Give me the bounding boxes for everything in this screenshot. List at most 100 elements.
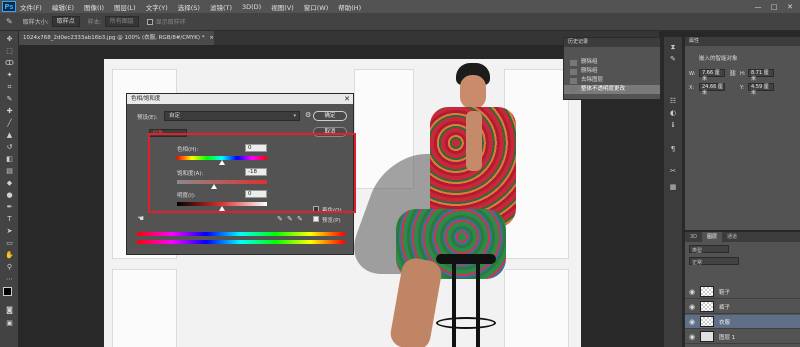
zoom-tool-icon[interactable]: ⚲ — [4, 262, 15, 272]
sample-size-label: 取样大小: — [22, 19, 49, 26]
crop-tool-icon[interactable]: ⌗ — [4, 82, 15, 92]
healing-brush-icon[interactable]: ✚ — [4, 106, 15, 116]
preview-checkbox[interactable] — [313, 216, 319, 222]
visibility-eye-icon[interactable]: ◉ — [687, 318, 697, 326]
shape-tool-icon[interactable]: ▭ — [4, 238, 15, 248]
width-input[interactable]: 7.66 厘米 — [699, 69, 725, 82]
layer-row[interactable]: ◉ 鞋子 — [685, 285, 800, 299]
history-item[interactable]: 去除图层 — [564, 76, 660, 85]
color-bar-output — [137, 240, 345, 244]
tab-3d[interactable]: 3D — [685, 232, 702, 242]
x-input[interactable]: 24.66 厘米 — [699, 83, 725, 96]
menu-window[interactable]: 窗口(W) — [304, 2, 329, 12]
layer-kind-label: 类型 — [692, 248, 703, 254]
hand-icon[interactable]: ☚ — [137, 214, 144, 223]
layer-row[interactable]: ◉ 图层 1 — [685, 330, 800, 344]
edit-toolbar-icon[interactable]: ⋯ — [4, 274, 15, 284]
visibility-eye-icon[interactable]: ◉ — [687, 333, 697, 341]
pen-tool-icon[interactable]: ✒ — [4, 202, 15, 212]
tools-panel: ✥ ⬚ ↀ ✦ ⌗ ✎ ✚ ╱ ▲ ↺ ◧ ▤ ◆ ● ✒ T ➤ ▭ ✋ ⚲ … — [0, 31, 19, 347]
ok-button[interactable]: 确定 — [313, 111, 347, 121]
close-window-button[interactable]: ✕ — [786, 3, 794, 11]
document-tab[interactable]: 1024x768_2d0ec2333ab16b3.jpg @ 100% (衣服,… — [19, 31, 214, 45]
screen-mode-icon[interactable]: ▣ — [4, 318, 15, 328]
tool-presets-icon[interactable]: ✂ — [668, 167, 678, 176]
eyedropper-icon[interactable]: ✎ — [4, 94, 15, 104]
preset-options-icon[interactable]: ⚙ — [305, 111, 311, 119]
sample-size-select[interactable]: 取样点 — [51, 16, 80, 27]
properties-icon[interactable]: ☷ — [668, 97, 678, 106]
type-tool-icon[interactable]: T — [4, 214, 15, 224]
sample-select[interactable]: 所有图层 — [104, 16, 139, 27]
paragraph-icon[interactable]: ¶ — [668, 145, 678, 154]
dialog-close-icon[interactable]: ✕ — [344, 94, 350, 104]
properties-header: 嵌入的智能对象 — [699, 56, 738, 62]
blend-mode-select[interactable]: 正常 — [689, 257, 739, 266]
minimize-button[interactable]: — — [754, 3, 762, 11]
quick-mask-icon[interactable]: ◙ — [4, 305, 15, 315]
model-chest — [466, 111, 482, 171]
marquee-tool-icon[interactable]: ⬚ — [4, 46, 15, 56]
info-icon[interactable]: ℹ — [668, 121, 678, 130]
options-bar: ✎ 取样大小: 取样点 样本: 所有图层 显示取样环 — [0, 13, 800, 31]
height-input[interactable]: 8.71 厘米 — [748, 69, 774, 82]
model-face — [460, 75, 486, 109]
properties-tab[interactable]: 属性 — [685, 37, 800, 46]
layer-name: 衣服 — [719, 319, 731, 326]
brush-panel-icon[interactable]: ✎ — [668, 55, 678, 64]
dialog-title: 色相/饱和度 — [127, 94, 353, 104]
layer-kind-filter[interactable]: 类型 — [689, 245, 729, 254]
tab-channels[interactable]: 通道 — [722, 232, 742, 242]
y-input[interactable]: 4.59 厘米 — [748, 83, 774, 96]
menu-filter[interactable]: 滤镜(T) — [210, 2, 232, 12]
link-icon[interactable]: ⛓ — [729, 70, 737, 77]
menu-select[interactable]: 选择(S) — [178, 2, 200, 12]
layer-thumbnail — [700, 301, 714, 312]
history-icon[interactable]: ⧗ — [668, 43, 678, 52]
history-panel-tab[interactable]: 历史记录 — [564, 38, 660, 47]
history-item[interactable]: 删除组 — [564, 58, 660, 67]
menu-view[interactable]: 视图(V) — [271, 2, 294, 12]
brush-tool-icon[interactable]: ╱ — [4, 118, 15, 128]
stool-ring — [436, 317, 496, 329]
tab-layers[interactable]: 图层 — [702, 232, 723, 242]
maximize-button[interactable]: □ — [770, 3, 778, 11]
menu-file[interactable]: 文件(F) — [20, 2, 42, 12]
menu-help[interactable]: 帮助(H) — [338, 2, 361, 12]
lasso-tool-icon[interactable]: ↀ — [4, 58, 15, 68]
menu-3d[interactable]: 3D(D) — [242, 3, 261, 11]
blur-tool-icon[interactable]: ◆ — [4, 178, 15, 188]
swatches-icon[interactable]: ▦ — [668, 183, 678, 192]
path-select-tool-icon[interactable]: ➤ — [4, 226, 15, 236]
eyedropper-icon[interactable]: ✎ — [277, 215, 283, 223]
history-item[interactable]: 删除组 — [564, 67, 660, 76]
history-brush-icon[interactable]: ↺ — [4, 142, 15, 152]
document-tab-close-icon[interactable]: × — [209, 35, 214, 41]
show-ring-checkbox[interactable] — [146, 18, 153, 25]
eyedropper-tool-icon[interactable]: ✎ — [6, 17, 13, 26]
history-item-selected[interactable]: 整体不透明度更改 — [564, 85, 660, 94]
show-ring-label: 显示取样环 — [155, 19, 186, 26]
eraser-tool-icon[interactable]: ◧ — [4, 154, 15, 164]
menu-layer[interactable]: 图层(L) — [114, 2, 136, 12]
menu-edit[interactable]: 编辑(E) — [52, 2, 74, 12]
preset-select[interactable]: 自定 ▾ — [164, 111, 300, 121]
visibility-eye-icon[interactable]: ◉ — [687, 303, 697, 311]
hand-tool-icon[interactable]: ✋ — [4, 250, 15, 260]
eyedropper-minus-icon[interactable]: ✎ — [297, 215, 303, 223]
dodge-tool-icon[interactable]: ● — [4, 190, 15, 200]
menu-image[interactable]: 图像(I) — [84, 2, 104, 12]
foreground-color-swatch[interactable] — [3, 287, 12, 296]
visibility-eye-icon[interactable]: ◉ — [687, 288, 697, 296]
adjustments-icon[interactable]: ◐ — [668, 109, 678, 118]
layer-row-selected[interactable]: ◉ 衣服 — [685, 315, 800, 329]
stamp-tool-icon[interactable]: ▲ — [4, 130, 15, 140]
menu-type[interactable]: 文字(Y) — [146, 2, 168, 12]
gradient-tool-icon[interactable]: ▤ — [4, 166, 15, 176]
layer-row[interactable]: ◉ 裤子 — [685, 300, 800, 314]
eyedropper-plus-icon[interactable]: ✎ — [287, 215, 293, 223]
move-tool-icon[interactable]: ✥ — [4, 34, 15, 44]
photoshop-logo: Ps — [2, 1, 16, 12]
history-item-label: 去除图层 — [581, 77, 604, 83]
quick-select-tool-icon[interactable]: ✦ — [4, 70, 15, 80]
